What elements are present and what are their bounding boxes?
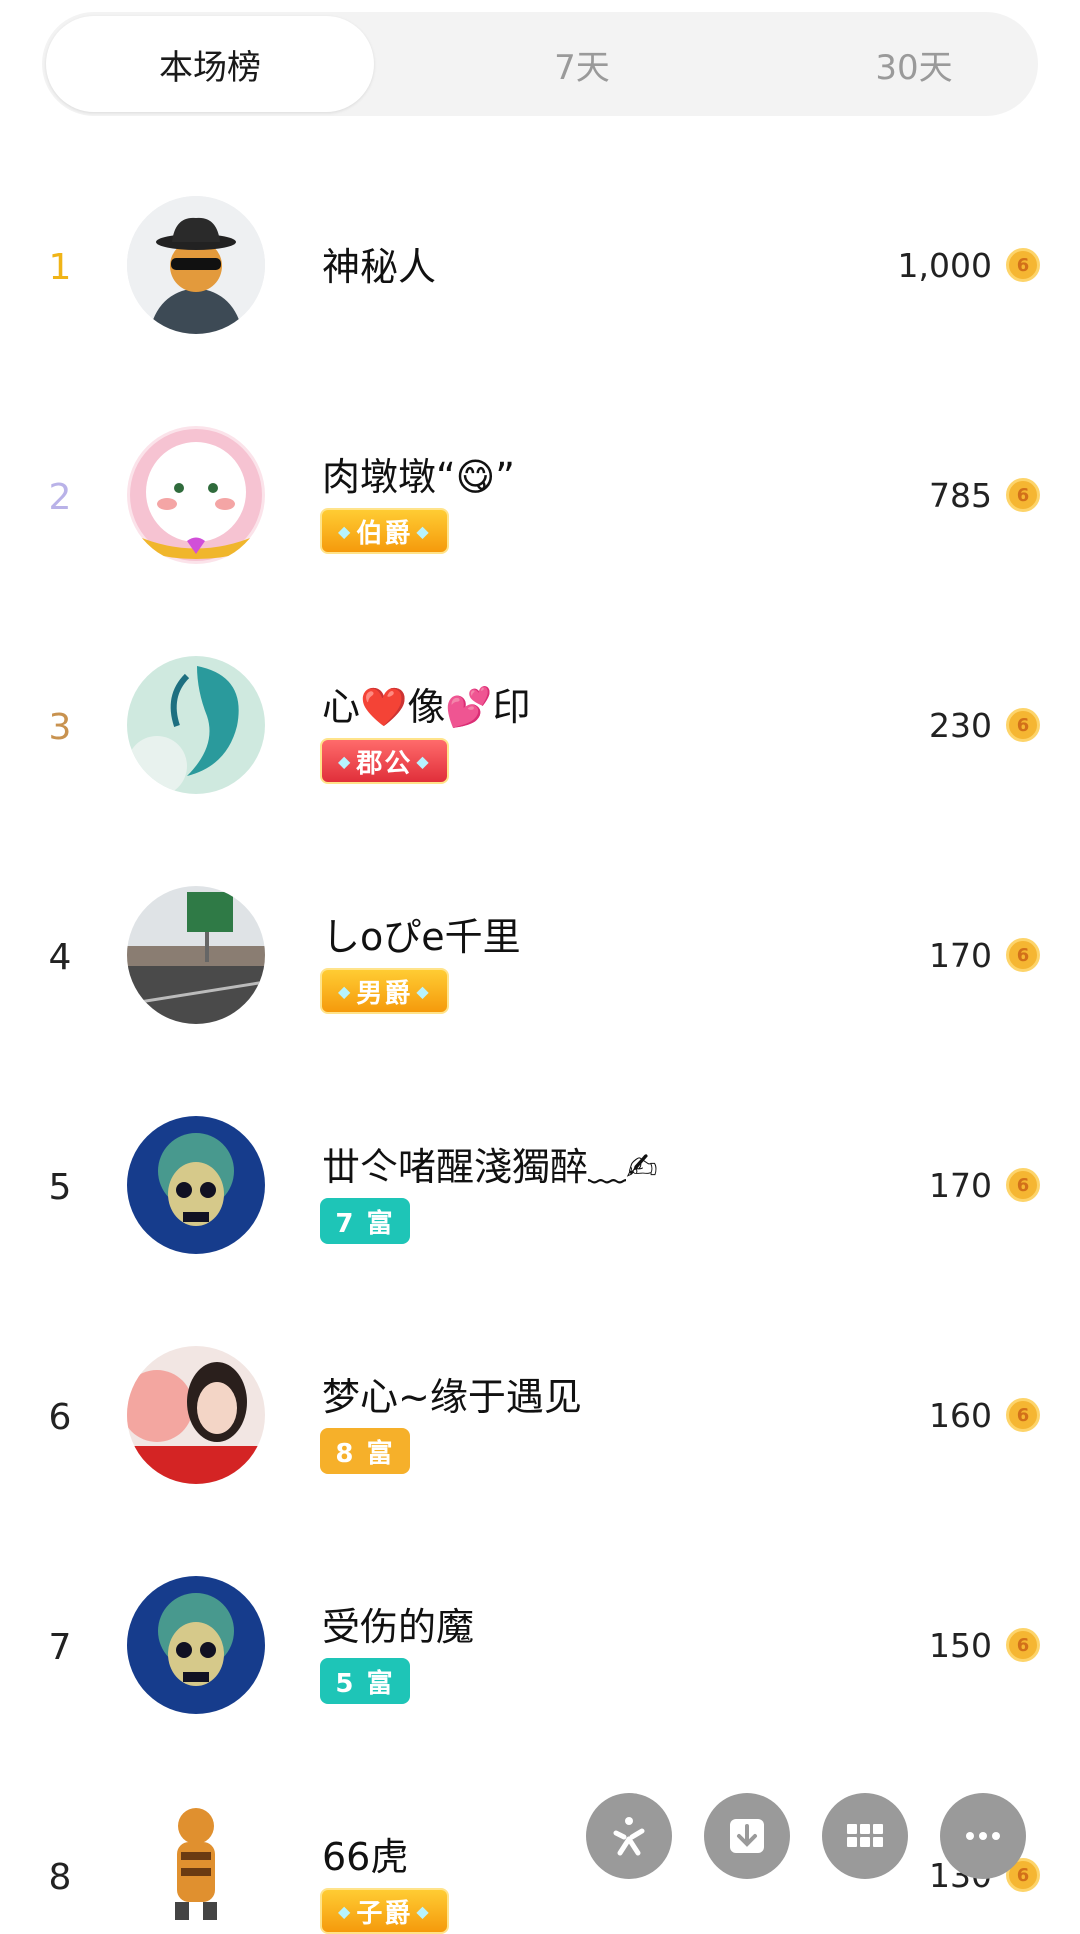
skull-avatar-icon [127,1116,265,1254]
diamond-icon: ◆ [416,981,431,1001]
avatar[interactable] [127,656,265,794]
score: 150 [929,1626,992,1665]
woman-photo-icon [127,1346,265,1484]
tab-this-show[interactable]: 本场榜 [46,16,374,112]
coin-icon: 6 [1006,1168,1040,1202]
avatar[interactable] [127,1116,265,1254]
score: 160 [929,1396,992,1435]
badge-label: 郡公 [356,748,413,779]
rank-badge: ◆ 伯爵 ◆ [320,508,449,554]
download-icon [730,1819,764,1853]
coin-icon: 6 [1006,938,1040,972]
rank-number: 8 [48,1857,72,1898]
coin-icon: 6 [1006,1628,1040,1662]
avatar[interactable] [127,1346,265,1484]
rank-badge: ◆ 子爵 ◆ [320,1888,449,1934]
more-button[interactable] [940,1793,1026,1879]
wealth-badge: 8 富 [320,1428,410,1474]
list-item[interactable]: 2 肉墩墩“😋” ◆ 伯爵 ◆ 785 6 [0,380,1080,610]
tiger-avatar-icon [127,1806,265,1920]
diamond-icon: ◆ [338,1901,353,1921]
user-name: 受伤的魔 [322,1605,475,1649]
list-item[interactable]: 5 丗仒啫醒淺獨醉﹏✍ 7 富 170 6 [0,1070,1080,1300]
avatar[interactable] [127,886,265,1024]
rank-number: 3 [48,707,72,748]
score: 1,000 [897,246,992,285]
grid-icon [847,1824,883,1847]
more-icon [966,1832,1000,1840]
rank-number: 1 [48,247,72,288]
badge-label: 子爵 [356,1898,413,1929]
list-item[interactable]: 8 66虎 ◆ 子爵 ◆ 130 6 [0,1760,1080,1934]
badge-label: 伯爵 [356,518,413,549]
user-name: しoぴe千里 [322,915,521,959]
score: 785 [929,476,992,515]
wealth-badge: 5 富 [320,1658,410,1704]
user-name: 66虎 [322,1835,409,1879]
download-button[interactable] [704,1793,790,1879]
grid-button[interactable] [822,1793,908,1879]
highway-photo-icon [127,886,265,1024]
list-item[interactable]: 1 神秘人 1,000 6 [0,150,1080,380]
diamond-icon: ◆ [338,521,353,541]
rank-number: 7 [48,1627,72,1668]
user-name: 梦心~缘于遇见 [322,1375,582,1419]
tab-30-days[interactable]: 30天 [748,12,1080,116]
diamond-icon: ◆ [416,751,431,771]
coin-icon: 6 [1006,708,1040,742]
rank-number: 6 [48,1397,72,1438]
leaderboard-tabs: 本场榜 7天 30天 [42,12,1038,116]
skull-avatar-icon [127,1576,265,1714]
diamond-icon: ◆ [416,1901,431,1921]
rank-number: 2 [48,477,72,518]
avatar[interactable] [127,196,265,334]
list-item[interactable]: 6 梦心~缘于遇见 8 富 160 6 [0,1300,1080,1530]
dragon-avatar-icon [127,656,265,794]
diamond-icon: ◆ [338,751,353,771]
diamond-icon: ◆ [338,981,353,1001]
avatar[interactable] [127,1576,265,1714]
coin-icon: 6 [1006,248,1040,282]
user-name: 神秘人 [322,245,437,289]
score: 170 [929,936,992,975]
list-item[interactable]: 7 受伤的魔 5 富 150 6 [0,1530,1080,1760]
avatar[interactable] [127,1806,265,1920]
kuaikan-logo-icon [613,1817,645,1856]
kuaikan-logo-button[interactable] [586,1793,672,1879]
score: 170 [929,1166,992,1205]
avatar[interactable] [127,426,265,564]
diamond-icon: ◆ [416,521,431,541]
badge-label: 男爵 [356,978,413,1009]
wealth-badge: 7 富 [320,1198,410,1244]
list-item[interactable]: 3 心❤️像💕印 ◆ 郡公 ◆ 230 6 [0,610,1080,840]
coin-icon: 6 [1006,478,1040,512]
list-item[interactable]: 4 しoぴe千里 ◆ 男爵 ◆ 170 6 [0,840,1080,1070]
rank-number: 4 [48,937,72,978]
rank-badge: ◆ 郡公 ◆ [320,738,449,784]
tab-7-days[interactable]: 7天 [416,12,748,116]
mystery-man-icon [127,196,265,334]
score: 230 [929,706,992,745]
user-name: 肉墩墩“😋” [322,455,515,499]
cat-avatar-icon [130,429,262,561]
rank-badge: ◆ 男爵 ◆ [320,968,449,1014]
user-name: 丗仒啫醒淺獨醉﹏✍ [322,1145,658,1189]
coin-icon: 6 [1006,1398,1040,1432]
user-name: 心❤️像💕印 [322,685,531,729]
rank-number: 5 [48,1167,72,1208]
